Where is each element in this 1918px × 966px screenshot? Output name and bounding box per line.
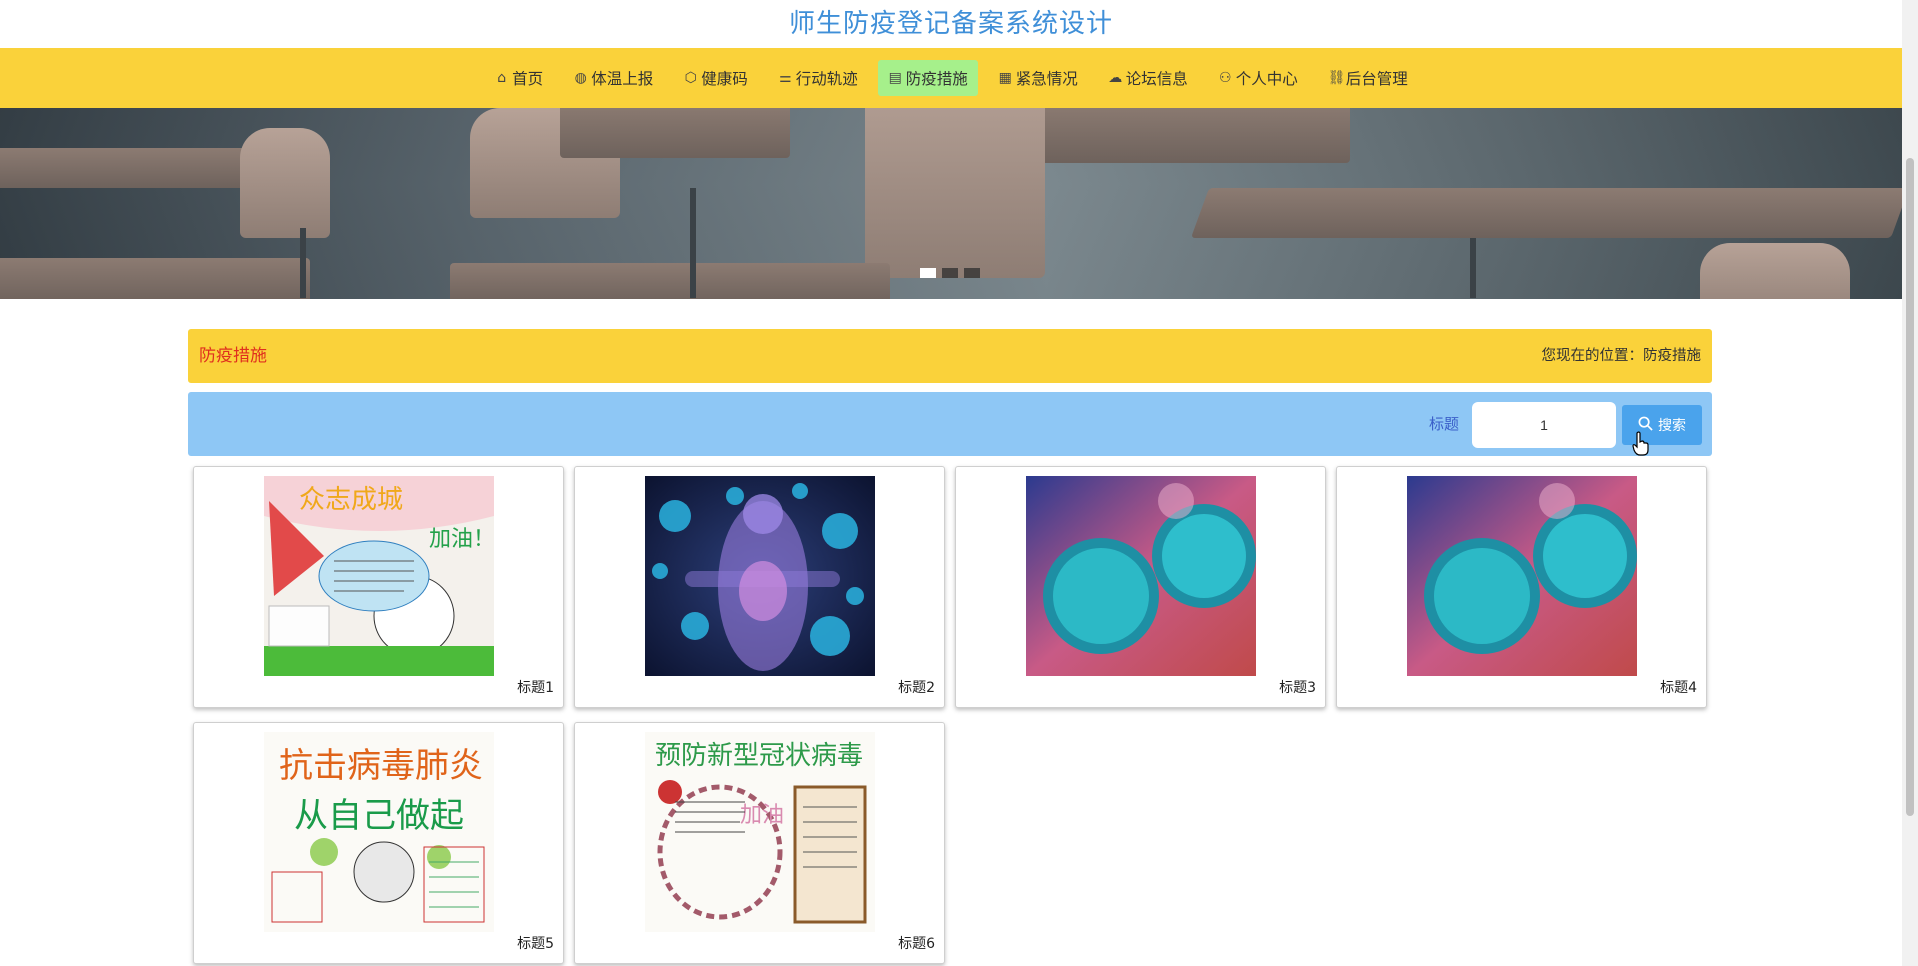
desk-shape	[560, 108, 790, 158]
section-header: 防疫措施 您现在的位置：防疫措施	[188, 329, 1712, 383]
poster-text: 众志成城	[299, 485, 403, 515]
chair-shape	[240, 128, 330, 238]
desk-leg	[300, 228, 306, 298]
desk-shape	[0, 148, 280, 188]
card-image-virus-body	[645, 476, 875, 676]
nav-item-label: 体温上报	[591, 70, 654, 88]
clipboard-icon: ▤	[888, 70, 902, 86]
desk-shape	[450, 263, 890, 299]
carousel-dot[interactable]	[964, 268, 980, 278]
card-title[interactable]: 标题4	[1660, 677, 1697, 697]
card-image-coronavirus	[1407, 476, 1637, 676]
search-bar: 标题 搜索	[188, 392, 1712, 456]
poster-text: 预防新型冠状病毒	[655, 741, 863, 771]
section-title: 防疫措施	[199, 346, 267, 366]
nav-item-label: 论坛信息	[1125, 70, 1188, 88]
page-scrollbar[interactable]	[1902, 0, 1918, 966]
measure-card[interactable]: 标题2	[574, 466, 945, 708]
nav-item-7[interactable]: ⚇ 个人中心	[1208, 60, 1308, 96]
poster-text: 从自己做起	[294, 796, 464, 836]
poster-text: 加油	[740, 803, 784, 828]
card-title[interactable]: 标题2	[898, 677, 935, 697]
measure-card[interactable]: 众志成城 加油！ 标题1	[193, 466, 564, 708]
nav-item-1[interactable]: ◍ 体温上报	[563, 60, 663, 96]
nav-item-label: 首页	[512, 70, 544, 88]
desk-shape	[0, 258, 310, 299]
site-title: 师生防疫登记备案系统设计	[788, 9, 1113, 39]
user-icon: ⚇	[1219, 70, 1232, 86]
sliders-icon: ⚌	[778, 70, 792, 86]
mouse-cursor-icon	[1632, 431, 1649, 456]
home-icon: ⌂	[497, 70, 507, 86]
main-navbar: ⌂ 首页 ◍ 体温上报 ⬡ 健康码 ⚌ 行动轨迹 ▤ 防疫措施 ▦ 紧急情况 ☁ 论坛信息 ⚇ 个人中心 ⛓ 后台…	[0, 48, 1902, 108]
carousel-indicators	[920, 268, 980, 278]
nav-item-0[interactable]: ⌂ 首页	[484, 60, 553, 96]
card-title[interactable]: 标题1	[517, 677, 554, 697]
nav-item-4[interactable]: ▤ 防疫措施	[877, 60, 978, 96]
chair-shape	[865, 108, 1045, 278]
cloud-icon: ☁	[1108, 70, 1123, 86]
carousel-dot[interactable]	[942, 268, 958, 278]
nav-item-5[interactable]: ▦ 紧急情况	[988, 60, 1088, 96]
nav-item-label: 紧急情况	[1015, 70, 1078, 88]
scrollbar-thumb[interactable]	[1906, 158, 1914, 816]
nav-item-8[interactable]: ⛓ 后台管理	[1318, 60, 1418, 96]
chair-shape	[1700, 243, 1850, 299]
breadcrumb: 您现在的位置：防疫措施	[1541, 348, 1702, 364]
card-title[interactable]: 标题5	[517, 933, 554, 953]
poster-text: 加油！	[429, 527, 494, 552]
cube-icon: ⬡	[684, 70, 697, 86]
measure-card[interactable]: 预防新型冠状病毒 加油 标题6	[574, 722, 945, 964]
search-input[interactable]	[1472, 402, 1616, 448]
card-image-poster: 抗击病毒肺炎 从自己做起	[264, 732, 494, 932]
desk-leg	[1470, 238, 1476, 298]
search-label: 标题	[1429, 415, 1460, 433]
grid-icon: ▦	[998, 70, 1012, 86]
nav-item-label: 防疫措施	[905, 70, 968, 88]
nav-item-6[interactable]: ☁ 论坛信息	[1098, 60, 1198, 96]
measure-card[interactable]: 抗击病毒肺炎 从自己做起 标题5	[193, 722, 564, 964]
link-icon: ⛓	[1327, 70, 1346, 86]
card-image-poster: 预防新型冠状病毒 加油	[645, 732, 875, 932]
nav-item-label: 健康码	[701, 70, 748, 88]
poster-text: 抗击病毒肺炎	[279, 746, 483, 786]
search-button-label: 搜索	[1658, 418, 1686, 434]
card-image-coronavirus	[1026, 476, 1256, 676]
card-title[interactable]: 标题6	[898, 933, 935, 953]
nav-item-label: 后台管理	[1345, 70, 1408, 88]
globe-icon: ◍	[574, 70, 587, 86]
desk-leg	[690, 188, 696, 298]
card-image-poster: 众志成城 加油！	[264, 476, 494, 676]
carousel-dot[interactable]	[920, 268, 936, 278]
measure-card[interactable]: 标题3	[955, 466, 1326, 708]
nav-item-label: 个人中心	[1235, 70, 1298, 88]
desk-shape	[1020, 108, 1350, 163]
card-title[interactable]: 标题3	[1279, 677, 1316, 697]
measure-card[interactable]: 标题4	[1336, 466, 1707, 708]
nav-item-label: 行动轨迹	[795, 70, 858, 88]
desk-shape	[1190, 188, 1902, 238]
nav-item-3[interactable]: ⚌ 行动轨迹	[768, 60, 868, 96]
nav-item-2[interactable]: ⬡ 健康码	[673, 60, 758, 96]
